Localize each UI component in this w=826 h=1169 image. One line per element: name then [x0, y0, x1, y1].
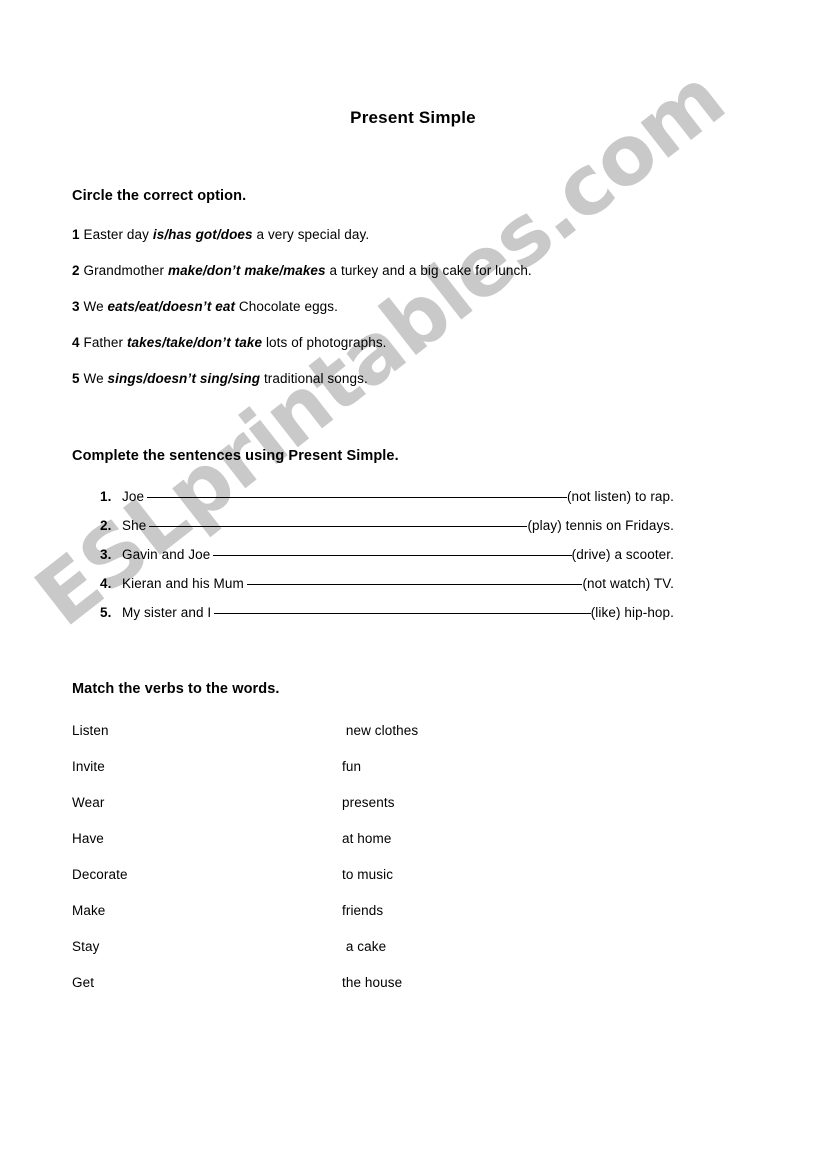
exercise2-row-subject: Gavin and Joe	[122, 547, 211, 562]
match-word-item[interactable]: new clothes	[342, 723, 418, 738]
exercise2-row-number: 2.	[100, 518, 112, 533]
match-word-item[interactable]: fun	[342, 759, 361, 774]
exercise1-item-text-before: Easter day	[83, 227, 153, 242]
exercise3-heading: Match the verbs to the words.	[72, 681, 280, 697]
exercise1-item-text-before: Father	[83, 335, 127, 350]
exercise2-row-subject: She	[122, 518, 147, 533]
exercise1-item-text-before: Grandmother	[83, 263, 168, 278]
exercise2-row-number: 1.	[100, 489, 112, 504]
exercise1-item: 5 We sings/doesn’t sing/sing traditional…	[72, 371, 368, 386]
exercise2-answer-blank[interactable]	[213, 543, 572, 556]
match-word-item[interactable]: presents	[342, 795, 395, 810]
exercise2-row: 3. Gavin and Joe (drive) a scooter.	[100, 546, 674, 562]
exercise2-answer-blank[interactable]	[147, 485, 567, 498]
exercise1-item-number: 5	[72, 371, 80, 386]
match-verb-item[interactable]: Invite	[72, 759, 105, 774]
exercise1-item-options[interactable]: is/has got/does	[153, 227, 253, 242]
exercise1-heading: Circle the correct option.	[72, 188, 247, 204]
match-word-item[interactable]: the house	[342, 975, 402, 990]
exercise1-item-options[interactable]: eats/eat/doesn’t eat	[108, 299, 236, 314]
exercise2-row-cue: (play) tennis on Fridays.	[527, 518, 674, 533]
exercise1-item-text-after: lots of photographs.	[262, 335, 387, 350]
exercise2-row-cue: (like) hip-hop.	[590, 605, 674, 620]
exercise1-item-options[interactable]: make/don’t make/makes	[168, 263, 326, 278]
exercise1-item-number: 1	[72, 227, 80, 242]
exercise2-row-number: 3.	[100, 547, 112, 562]
match-word-item[interactable]: to music	[342, 867, 393, 882]
exercise2-row-number: 4.	[100, 576, 112, 591]
exercise1-item-text-after: a turkey and a big cake for lunch.	[325, 263, 532, 278]
exercise1-item: 2 Grandmother make/don’t make/makes a tu…	[72, 263, 532, 278]
exercise2-row: 1. Joe (not listen) to rap.	[100, 488, 674, 504]
exercise2-heading: Complete the sentences using Present Sim…	[72, 448, 399, 464]
match-verb-item[interactable]: Listen	[72, 723, 109, 738]
exercise1-item-options[interactable]: sings/doesn’t sing/sing	[108, 371, 261, 386]
worksheet-page: ESLprintables.com Present Simple Circle …	[0, 0, 826, 1169]
exercise2-row-subject: Kieran and his Mum	[122, 576, 244, 591]
exercise1-item-text-after: Chocolate eggs.	[235, 299, 338, 314]
exercise2-answer-blank[interactable]	[149, 514, 528, 527]
exercise2-row-number: 5.	[100, 605, 112, 620]
match-word-item[interactable]: a cake	[342, 939, 386, 954]
page-title: Present Simple	[350, 108, 476, 127]
exercise2-row-cue: (drive) a scooter.	[571, 547, 674, 562]
exercise1-item-text-before: We	[83, 371, 108, 386]
exercise2-row-subject: Joe	[122, 489, 145, 504]
exercise2-row-cue: (not listen) to rap.	[566, 489, 674, 504]
match-verb-item[interactable]: Wear	[72, 795, 104, 810]
exercise2-row: 2. She (play) tennis on Fridays.	[100, 517, 674, 533]
exercise2-answer-blank[interactable]	[246, 572, 583, 585]
exercise2-row-subject: My sister and I	[122, 605, 212, 620]
exercise1-item-text-after: a very special day.	[252, 227, 370, 242]
exercise1-item-text-after: traditional songs.	[260, 371, 368, 386]
exercise1-item: 4 Father takes/take/don’t take lots of p…	[72, 335, 387, 350]
exercise2-answer-blank[interactable]	[214, 601, 591, 614]
exercise1-item-options[interactable]: takes/take/don’t take	[127, 335, 262, 350]
exercise1-item: 3 We eats/eat/doesn’t eat Chocolate eggs…	[72, 299, 338, 314]
match-word-item[interactable]: at home	[342, 831, 391, 846]
exercise2-row: 4. Kieran and his Mum (not watch) TV.	[100, 575, 674, 591]
exercise1-item: 1 Easter day is/has got/does a very spec…	[72, 227, 369, 242]
match-verb-item[interactable]: Decorate	[72, 867, 128, 882]
match-word-item[interactable]: friends	[342, 903, 383, 918]
exercise1-item-number: 4	[72, 335, 80, 350]
exercise1-item-text-before: We	[83, 299, 108, 314]
match-verb-item[interactable]: Stay	[72, 939, 99, 954]
match-verb-item[interactable]: Get	[72, 975, 94, 990]
match-verb-item[interactable]: Make	[72, 903, 105, 918]
match-verb-item[interactable]: Have	[72, 831, 104, 846]
exercise2-row-cue: (not watch) TV.	[582, 576, 674, 591]
exercise2-row: 5. My sister and I (like) hip-hop.	[100, 604, 674, 620]
exercise1-item-number: 2	[72, 263, 80, 278]
exercise1-item-number: 3	[72, 299, 80, 314]
